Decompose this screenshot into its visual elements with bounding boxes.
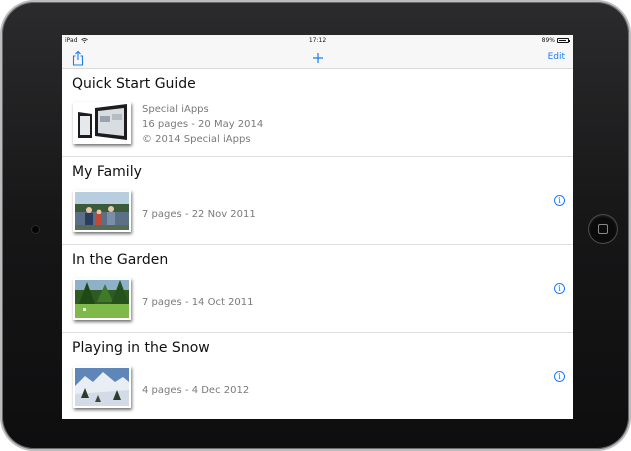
list-item-playing-in-the-snow[interactable]: Playing in the Snow 4 pages - 4 Dec 2012… [62,333,573,419]
book-thumbnail [73,366,131,408]
home-button[interactable] [589,215,617,243]
battery-fill [559,40,567,41]
status-time: 17:12 [308,37,327,44]
info-button[interactable]: i [554,371,565,382]
ipad-device-frame: iPad 17:12 89% Edit Quick Start Guide Sp… [2,2,629,449]
book-meta: Special iApps 16 pages - 20 May 2014 © 2… [142,102,263,147]
book-title: In the Garden [72,252,169,268]
family-photo-thumbnail [75,192,129,230]
book-publisher: Special iApps [142,104,209,115]
book-meta: 4 pages - 4 Dec 2012 [142,383,249,398]
info-button[interactable]: i [554,195,565,206]
book-details: 16 pages - 20 May 2014 [142,119,264,130]
book-title: Playing in the Snow [72,340,210,356]
list-item-my-family[interactable]: My Family 7 pages - 22 Nov 2011 i [62,157,573,245]
book-details: 7 pages - 14 Oct 2011 [142,297,254,308]
snow-photo-thumbnail [75,368,129,406]
battery-icon [557,38,570,43]
status-right: 89% [541,37,570,44]
info-button[interactable]: i [554,283,565,294]
book-details: 7 pages - 22 Nov 2011 [142,209,256,220]
book-title: My Family [72,164,142,180]
book-thumbnail [73,190,131,232]
share-icon [72,50,84,66]
book-meta: 7 pages - 14 Oct 2011 [142,295,254,310]
book-list: Quick Start Guide Special iApps 16 pages [62,69,573,419]
book-meta: 7 pages - 22 Nov 2011 [142,207,256,222]
book-details: 4 pages - 4 Dec 2012 [142,385,250,396]
battery-percent: 89% [541,37,555,44]
list-item-quick-start-guide[interactable]: Quick Start Guide Special iApps 16 pages [62,69,573,157]
plus-icon [313,53,323,63]
list-item-in-the-garden[interactable]: In the Garden 7 pages - 14 Oct 2011 i [62,245,573,333]
edit-button[interactable]: Edit [548,52,565,62]
book-title: Quick Start Guide [72,76,196,92]
book-copyright: © 2014 Special iApps [142,134,251,145]
front-camera [32,226,39,233]
add-book-button[interactable] [310,50,326,66]
status-bar: iPad 17:12 89% [62,35,573,47]
toolbar: Edit [62,47,573,69]
book-thumbnail [73,102,131,144]
tablet-screens-thumbnail [75,104,129,142]
book-thumbnail [73,278,131,320]
share-button[interactable] [71,50,85,66]
garden-photo-thumbnail [75,280,129,318]
screen: iPad 17:12 89% Edit Quick Start Guide Sp… [62,35,573,419]
home-button-square-icon [598,224,608,234]
